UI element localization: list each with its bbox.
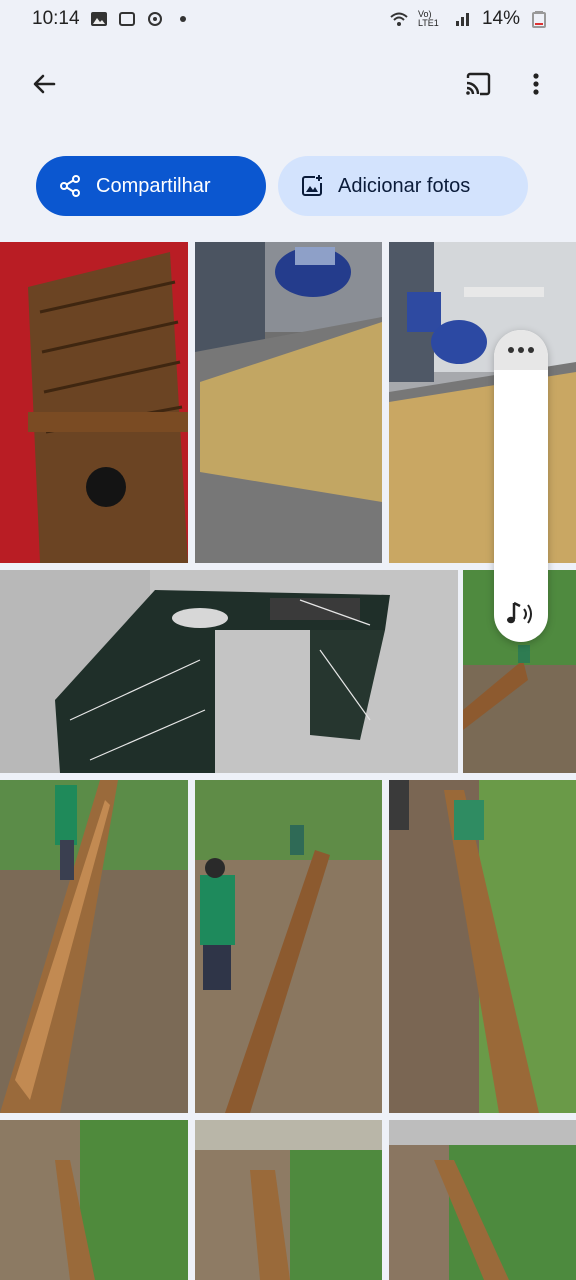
photo-trench-4[interactable] xyxy=(389,780,576,1113)
battery-percent: 14% xyxy=(481,8,520,29)
cast-icon xyxy=(466,72,491,96)
screenshot-notification-icon xyxy=(118,10,136,28)
photo-trench-5[interactable] xyxy=(0,1120,188,1280)
back-button[interactable] xyxy=(22,62,66,106)
status-time: 10:14 xyxy=(32,8,80,29)
audio-icon xyxy=(507,601,532,624)
status-bar: 10:14 Vo) LTE1 14% xyxy=(0,0,576,38)
album-actions: Compartilhar Adicionar fotos xyxy=(36,156,528,216)
battery-icon xyxy=(530,10,548,28)
cast-button[interactable] xyxy=(456,62,500,106)
network-label: Vo) LTE1 xyxy=(417,9,439,28)
more-options-button[interactable] xyxy=(514,62,558,106)
photo-trench-3[interactable] xyxy=(195,780,382,1113)
back-arrow-icon xyxy=(33,74,56,94)
sync-notification-icon xyxy=(146,10,164,28)
scroller-audio[interactable] xyxy=(494,594,548,634)
share-label: Compartilhar xyxy=(96,174,211,197)
photo-door[interactable] xyxy=(0,242,188,563)
wifi-icon xyxy=(390,10,408,28)
gallery-notification-icon xyxy=(90,10,108,28)
scroller-menu[interactable] xyxy=(494,330,548,370)
more-horiz-icon xyxy=(508,347,534,353)
add-photos-button[interactable]: Adicionar fotos xyxy=(278,156,528,216)
more-vert-icon xyxy=(533,73,539,95)
photo-trench-2[interactable] xyxy=(0,780,188,1113)
photo-trench-6[interactable] xyxy=(195,1120,382,1280)
photo-kitchen-counter[interactable] xyxy=(0,570,458,773)
more-notifications-dot-icon xyxy=(174,10,192,28)
signal-icon xyxy=(454,10,472,28)
share-icon xyxy=(60,175,80,197)
add-photo-icon xyxy=(302,175,322,196)
app-bar xyxy=(0,50,576,118)
add-photos-label: Adicionar fotos xyxy=(338,174,471,197)
fast-scroll-handle[interactable] xyxy=(494,330,548,642)
photo-bathroom-1[interactable] xyxy=(195,242,382,563)
photo-trench-7[interactable] xyxy=(389,1120,576,1280)
share-button[interactable]: Compartilhar xyxy=(36,156,266,216)
